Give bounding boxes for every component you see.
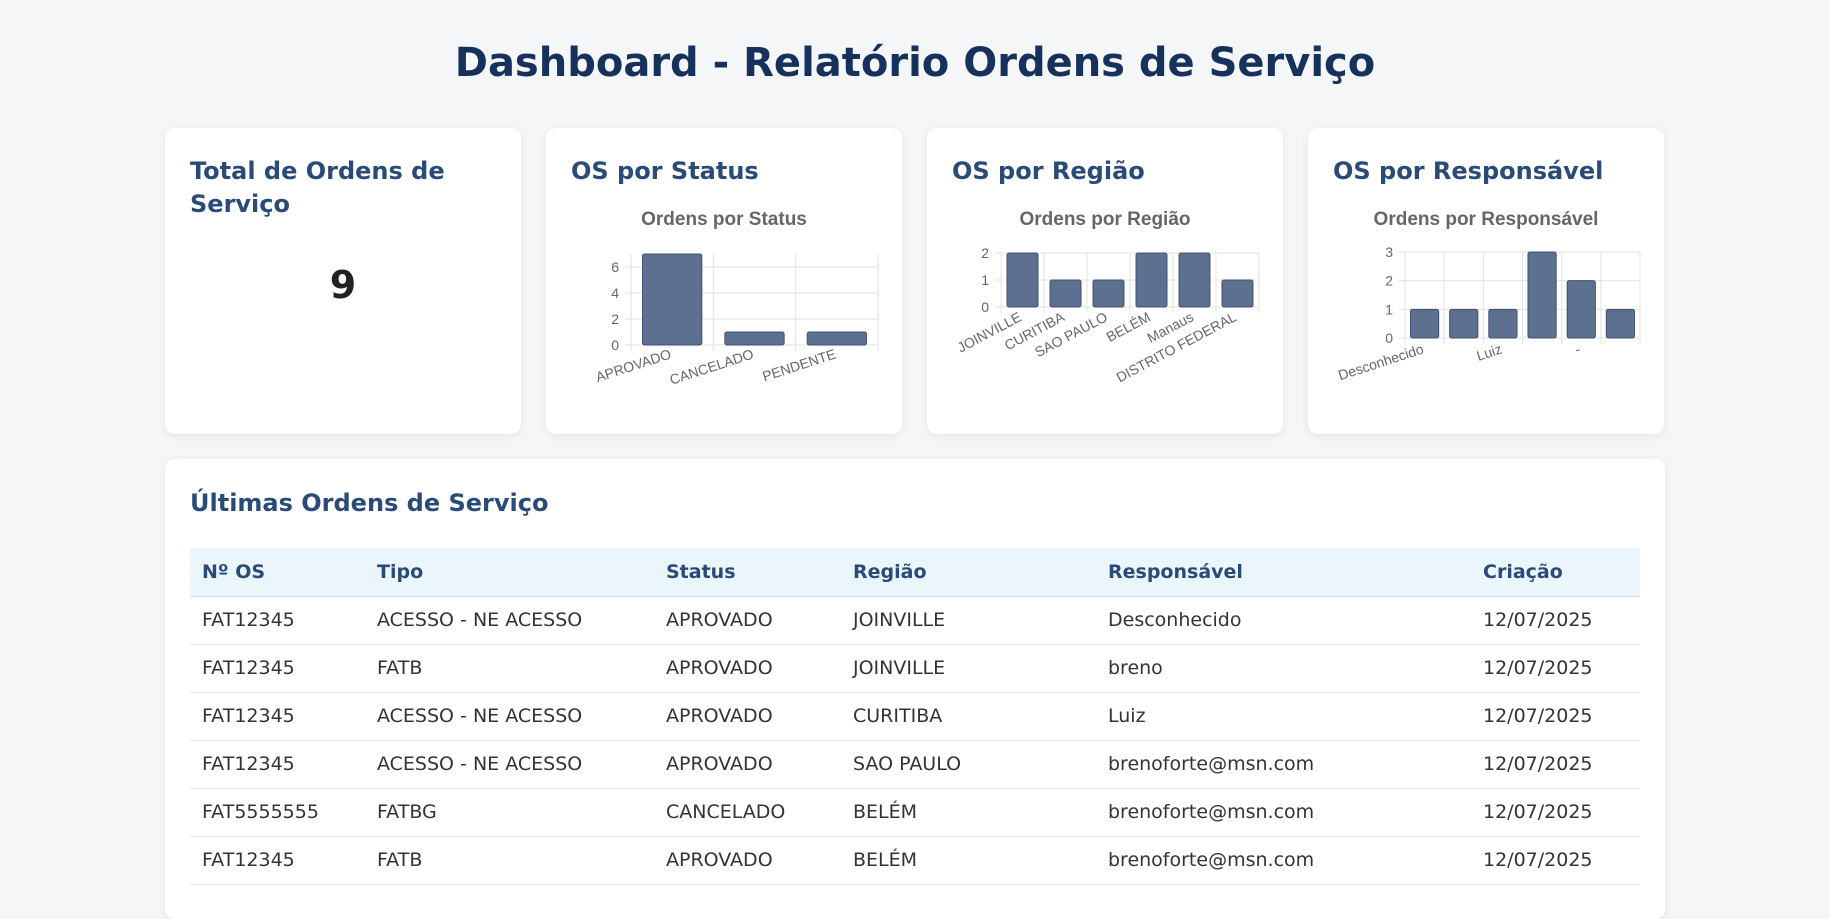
table-cell: Desconhecido xyxy=(1096,596,1471,645)
table-cell: 12/07/2025 xyxy=(1471,644,1640,693)
bar xyxy=(1488,308,1518,339)
table-cell: 12/07/2025 xyxy=(1471,740,1640,789)
table-cell: brenoforte@msn.com xyxy=(1096,740,1471,789)
latest-orders-title: Últimas Ordens de Serviço xyxy=(190,489,549,517)
x-tick-label: APROVADO xyxy=(594,346,674,385)
chart-title: Ordens por Responsável xyxy=(1374,209,1599,230)
bar xyxy=(724,331,785,346)
table-cell: FAT12345 xyxy=(190,644,365,693)
y-tick-label: 1 xyxy=(981,272,989,288)
table-cell: brenoforte@msn.com xyxy=(1096,788,1471,837)
x-tick-label: CANCELADO xyxy=(668,346,756,388)
total-card-title: Total de Ordens de Serviço xyxy=(190,157,445,218)
bar xyxy=(642,253,703,346)
bar xyxy=(1409,308,1440,339)
table-cell: 12/07/2025 xyxy=(1471,836,1640,885)
table-cell: FAT12345 xyxy=(190,596,365,645)
table-cell: APROVADO xyxy=(654,596,841,645)
table-cell: APROVADO xyxy=(654,740,841,789)
table-cell: 12/07/2025 xyxy=(1471,692,1640,741)
column-header: Status xyxy=(654,548,841,597)
page-title: Dashboard - Relatório Ordens de Serviço xyxy=(454,40,1376,86)
bar xyxy=(1566,280,1596,339)
table-cell: FAT5555555 xyxy=(190,788,365,837)
table-cell: ACESSO - NE ACESSO xyxy=(365,740,654,789)
x-tick-label: BELÉM xyxy=(1103,309,1152,345)
owner-chart-card: OS por Responsável Ordens por Responsáve… xyxy=(1308,128,1664,434)
x-tick-label: - xyxy=(1573,341,1583,358)
table-row[interactable]: FAT12345 ACESSO - NE ACESSO APROVADO CURITI… xyxy=(190,692,1640,741)
table-cell: FATB xyxy=(365,644,654,693)
y-tick-label: 0 xyxy=(611,337,619,353)
table-cell: breno xyxy=(1096,644,1471,693)
bar xyxy=(1605,308,1636,339)
table-cell: BELÉM xyxy=(841,788,1096,837)
chart-title: Ordens por Região xyxy=(1019,209,1190,230)
owner-chart: Ordens por Responsável 0 1 2 3 Desconhecido Lu… xyxy=(1336,209,1641,384)
x-tick-label: Luiz xyxy=(1474,341,1503,364)
bar xyxy=(806,331,867,346)
x-tick-label: PENDENTE xyxy=(760,346,837,385)
column-header: Região xyxy=(841,548,1096,597)
bar xyxy=(1006,252,1039,308)
table-row[interactable]: FAT5555555 FATBG CANCELADO BELÉM brenoforte@… xyxy=(190,788,1640,837)
bar xyxy=(1135,252,1168,308)
bar xyxy=(1049,279,1082,308)
total-value: 9 xyxy=(329,263,357,307)
bar xyxy=(1092,279,1125,308)
table-cell: JOINVILLE xyxy=(841,596,1096,645)
bar xyxy=(1527,251,1557,339)
column-header: Tipo xyxy=(365,548,654,597)
y-tick-label: 2 xyxy=(611,311,619,327)
table-cell: FAT12345 xyxy=(190,740,365,789)
table-cell: JOINVILLE xyxy=(841,644,1096,693)
table-row[interactable]: FAT12345 FATB APROVADO JOINVILLE breno 12/07/… xyxy=(190,644,1640,693)
region-chart-card: OS por Região Ordens por Região 0 1 2 JOINVI… xyxy=(927,128,1283,434)
table-cell: CANCELADO xyxy=(654,788,841,837)
table-cell: APROVADO xyxy=(654,692,841,741)
table-cell: FAT12345 xyxy=(190,836,365,885)
table-cell: FATBG xyxy=(365,788,654,837)
table-cell: Luiz xyxy=(1096,692,1471,741)
y-tick-label: 3 xyxy=(1385,244,1393,260)
table-header-row: Nº OS Tipo Status Região Responsável Criação xyxy=(190,548,1640,597)
region-chart: Ordens por Região012JOINVILLECURITIBASAO… xyxy=(955,209,1260,385)
y-tick-label: 0 xyxy=(1385,330,1393,346)
x-tick-label: Desconhecido xyxy=(1336,341,1426,384)
column-header: Nº OS xyxy=(190,548,365,597)
y-tick-label: 6 xyxy=(611,259,619,275)
orders-table: Nº OS Tipo Status Região Responsável Criação … xyxy=(190,548,1640,885)
table-row[interactable]: FAT12345 ACESSO - NE ACESSO APROVADO JOINVI… xyxy=(190,596,1640,645)
y-tick-label: 0 xyxy=(981,299,989,315)
y-tick-label: 4 xyxy=(611,285,619,301)
y-tick-label: 2 xyxy=(981,245,989,261)
table-cell: 12/07/2025 xyxy=(1471,788,1640,837)
table-cell: 12/07/2025 xyxy=(1471,596,1640,645)
table-cell: brenoforte@msn.com xyxy=(1096,836,1471,885)
y-tick-label: 2 xyxy=(1385,273,1393,289)
table-cell: SAO PAULO xyxy=(841,740,1096,789)
table-row[interactable]: FAT12345 ACESSO - NE ACESSO APROVADO SAO PA… xyxy=(190,740,1640,789)
table-cell: APROVADO xyxy=(654,836,841,885)
table-cell: BELÉM xyxy=(841,836,1096,885)
status-chart: Ordens por Status 0 2 4 6 APROVADOCANCELADO PE… xyxy=(594,209,879,388)
table-cell: ACESSO - NE ACESSO xyxy=(365,596,654,645)
bar xyxy=(1449,308,1479,339)
bar xyxy=(1178,252,1211,308)
table-cell: CURITIBA xyxy=(841,692,1096,741)
table-cell: FAT12345 xyxy=(190,692,365,741)
column-header: Responsável xyxy=(1096,548,1471,597)
latest-orders-card: Últimas Ordens de Serviço Nº OS Tipo Statu… xyxy=(165,459,1665,919)
table-cell: FATB xyxy=(365,836,654,885)
bar xyxy=(1221,279,1254,308)
total-card: Total de Ordens de Serviço 9 xyxy=(165,128,521,434)
y-tick-label: 1 xyxy=(1385,301,1393,317)
table-row[interactable]: FAT12345 FATB APROVADO BELÉM brenoforte@msn.… xyxy=(190,836,1640,885)
status-chart-card: OS por Status Ordens por Status 0 2 4 6 APROV… xyxy=(546,128,902,434)
table-cell: APROVADO xyxy=(654,644,841,693)
table-cell: ACESSO - NE ACESSO xyxy=(365,692,654,741)
chart-title: Ordens por Status xyxy=(641,209,807,230)
column-header: Criação xyxy=(1471,548,1640,597)
